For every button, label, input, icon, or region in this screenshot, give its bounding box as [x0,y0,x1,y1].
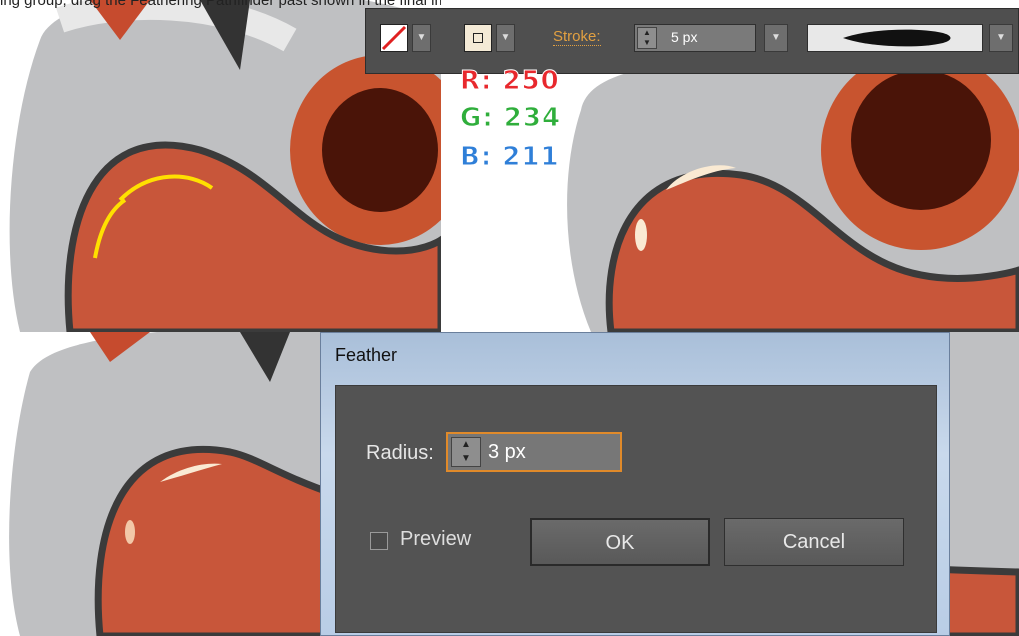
radius-label: Radius: [366,442,434,464]
stroke-weight-dropdown-button[interactable]: ▼ [764,24,788,52]
ok-button[interactable]: OK [530,518,710,566]
stroke-control-bar: ▼ ▼ Stroke: ▲ ▼ 5 px ▼ ▼ [365,8,1019,74]
cancel-button[interactable]: Cancel [724,518,904,566]
stroke-square-icon [473,33,483,43]
width-profile-icon [843,29,951,47]
stroke-swatch[interactable] [464,24,492,52]
dialog-title: Feather [335,345,398,365]
stroke-dropdown-button[interactable]: ▼ [496,24,515,52]
fill-swatch[interactable] [380,24,408,52]
feather-dialog: Feather Radius: ▲ ▼ 3 px Preview OK Cance… [320,332,950,636]
preview-label[interactable]: Preview [400,528,471,551]
variable-width-profile[interactable] [807,24,983,52]
preview-checkbox[interactable] [370,532,388,550]
fill-dropdown-button[interactable]: ▼ [412,24,431,52]
green-value-label: G: 234 [459,103,562,134]
stroke-label[interactable]: Stroke: [553,29,601,46]
radius-value[interactable]: 3 px [488,441,526,464]
stroke-spinner[interactable]: ▲ ▼ [637,27,657,49]
radius-spinner[interactable]: ▲ ▼ [451,437,481,467]
profile-dropdown-button[interactable]: ▼ [989,24,1013,52]
none-slash-icon [381,25,407,51]
red-value-label: R: 250 [460,66,560,97]
stroke-weight-value[interactable]: 5 px [671,29,697,45]
blue-value-label: B: 211 [460,142,560,173]
radius-field[interactable]: ▲ ▼ 3 px [446,432,622,472]
stroke-weight-field[interactable]: ▲ ▼ 5 px [634,24,756,52]
dialog-body: Radius: ▲ ▼ 3 px Preview OK Cancel [335,385,937,633]
